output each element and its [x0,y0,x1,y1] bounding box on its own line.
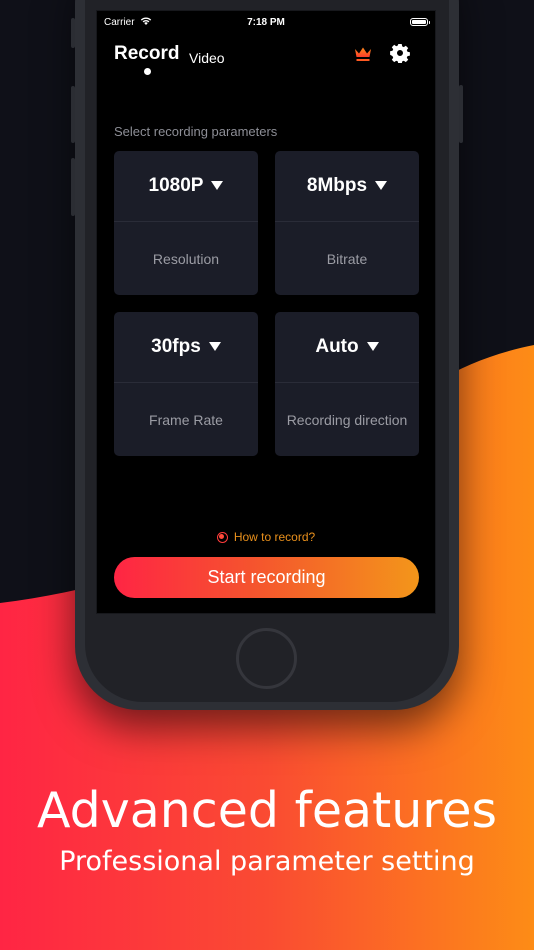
param-dropdown[interactable]: 8Mbps [275,151,419,222]
gear-icon[interactable] [390,43,410,63]
how-to-record-label: How to record? [233,530,316,544]
mute-switch [71,18,75,48]
top-nav: Record Video [97,41,435,81]
param-dropdown[interactable]: Auto [275,312,419,383]
promo-headline: Advanced features [36,782,498,839]
param-label: Frame Rate [149,412,223,428]
param-dropdown[interactable]: 30fps [114,312,258,383]
record-dot-icon [216,531,228,543]
param-card-resolution[interactable]: 1080P Resolution [114,151,258,295]
power-button [459,85,463,143]
status-bar: Carrier 7:18 PM [97,11,435,33]
status-time: 7:18 PM [247,17,285,28]
param-label: Resolution [152,251,220,267]
param-label: Bitrate [326,251,368,267]
caret-down-icon [366,341,379,351]
tab-record[interactable]: Record [114,43,179,65]
param-value: 1080P [148,175,204,196]
battery-icon [410,18,430,26]
param-value: Auto [315,336,359,357]
param-value: 8Mbps [306,175,368,196]
param-card-bitrate[interactable]: 8Mbps Bitrate [275,151,419,295]
caret-down-icon [375,180,388,190]
how-to-record-link[interactable]: How to record? [97,530,435,544]
param-value: 30fps [151,336,201,357]
param-card-recording-direction[interactable]: Auto Recording direction [275,312,419,456]
home-button[interactable] [236,628,297,689]
tab-video[interactable]: Video [189,50,225,66]
crown-icon[interactable] [354,46,372,62]
caret-down-icon [211,180,224,190]
volume-up-button [71,86,75,143]
param-dropdown[interactable]: 1080P [114,151,258,222]
section-label: Select recording parameters [114,124,278,139]
volume-down-button [71,158,75,216]
phone-screen: Carrier 7:18 PM Record Video Select reco… [96,10,436,614]
caret-down-icon [208,341,221,351]
param-card-frame-rate[interactable]: 30fps Frame Rate [114,312,258,456]
promo-subline: Professional parameter setting [59,846,475,877]
param-label: Recording direction [286,412,408,428]
active-tab-indicator [144,68,151,75]
start-recording-button[interactable]: Start recording [114,557,419,598]
